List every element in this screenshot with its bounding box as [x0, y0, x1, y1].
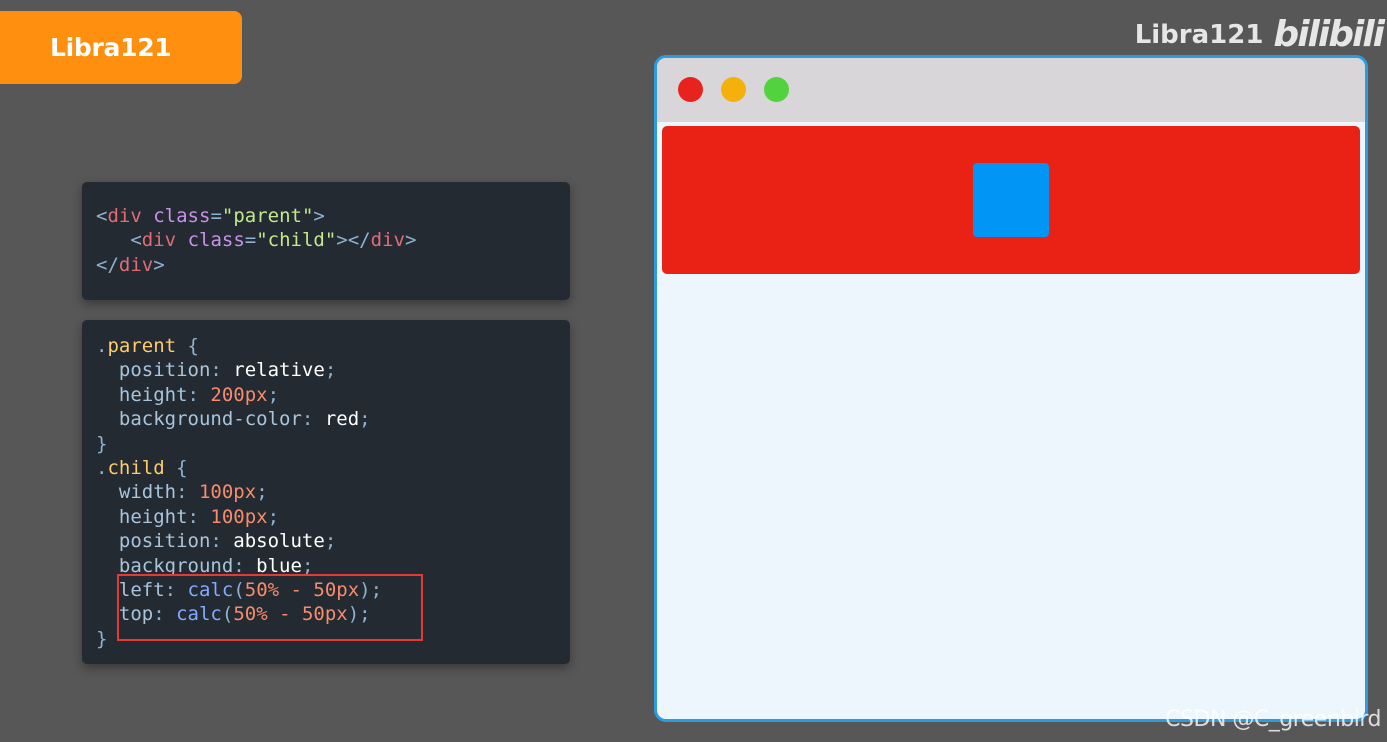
watermark-bottom: CSDN @C_greenbird [1165, 707, 1381, 732]
code-line: .parent { [96, 335, 199, 357]
child-box [973, 163, 1049, 237]
code-line: </div> [96, 253, 165, 276]
code-line: .child { [96, 457, 188, 480]
close-window-button[interactable] [678, 77, 703, 102]
watermark-top: Libra121 bilibili [1134, 14, 1385, 55]
browser-preview-window [654, 55, 1368, 722]
highlight-box [117, 574, 423, 641]
html-code-panel: <div class="parent"> <div class="child">… [82, 182, 570, 300]
parent-box [662, 126, 1360, 274]
bilibili-logo: bilibili [1273, 14, 1385, 55]
brand-badge-label: Libra121 [50, 33, 172, 62]
minimize-window-button[interactable] [721, 77, 746, 102]
code-line: background-color: red; [118, 408, 371, 431]
code-line: position: absolute; [118, 530, 337, 553]
brand-badge: Libra121 [0, 11, 242, 84]
code-line: } [96, 432, 108, 455]
window-title-bar [657, 58, 1365, 122]
code-line: <div class="parent"> [96, 205, 325, 227]
code-line: position: relative; [118, 359, 337, 382]
code-line: width: 100px; [118, 481, 268, 504]
code-line: height: 200px; [118, 383, 280, 406]
code-line: <div class="child"></div> [130, 229, 417, 252]
watermark-top-text: Libra121 [1134, 19, 1264, 50]
code-line: height: 100px; [118, 505, 280, 528]
maximize-window-button[interactable] [764, 77, 789, 102]
